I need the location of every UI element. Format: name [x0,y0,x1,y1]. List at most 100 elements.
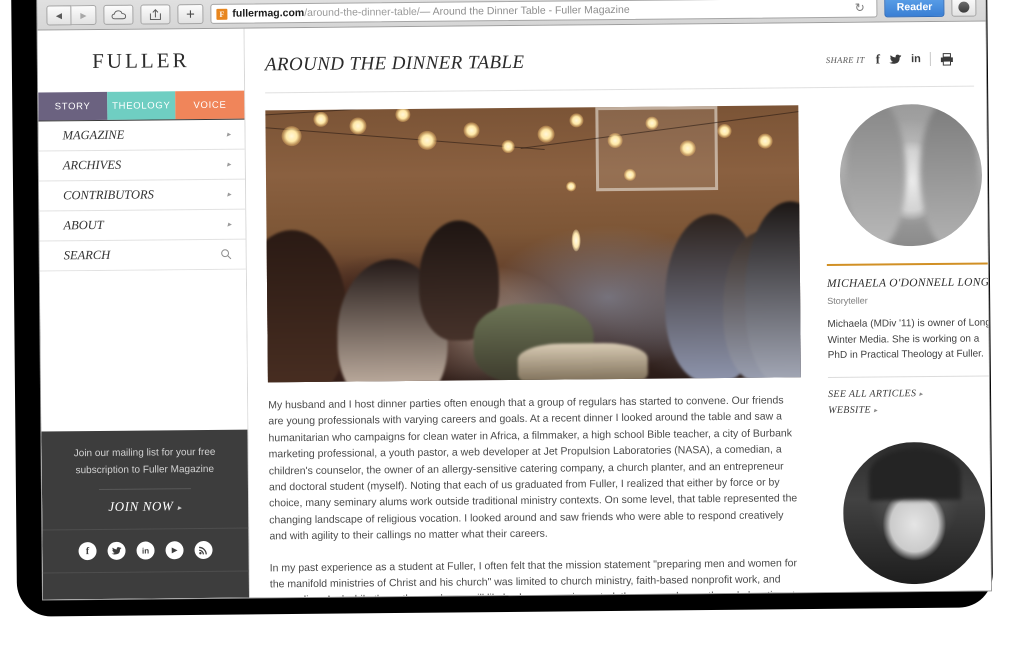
section-tab-voice[interactable]: VOICE [175,90,245,120]
share-button[interactable] [140,4,171,25]
facebook-share-icon[interactable]: f [876,51,880,67]
sidebar: FULLER STORY THEOLOGY VOICE MAGAZINE ▸ A… [37,28,251,600]
string-light [313,111,329,127]
string-light [566,181,577,192]
join-now-button[interactable]: JOIN NOW ▸ [42,498,248,530]
article-body: My husband and I host dinner parties oft… [265,105,803,598]
see-all-articles-link[interactable]: SEE ALL ARTICLES ▸ [828,385,991,403]
second-author-avatar[interactable] [842,440,986,585]
new-tab-button[interactable]: + [177,3,204,25]
cloud-icon [111,10,126,20]
facebook-share-glyph: f [875,51,881,67]
navigation-buttons: ◀ ▶ [46,4,97,26]
website-label: WEBSITE [828,404,871,416]
share-icon [149,9,161,20]
string-light [645,116,659,130]
linkedin-share-icon[interactable]: in [911,53,921,65]
website-link[interactable]: WEBSITE ▸ [828,401,991,419]
chevron-right-icon: ▸ [873,406,878,415]
diner-person [265,229,349,383]
second-author-block [829,440,991,585]
icloud-tabs-button[interactable] [103,4,134,25]
mailing-list-text: Join our mailing list for your free subs… [73,446,216,477]
sidebar-item-archives-label: ARCHIVES [62,157,122,173]
author-role: Storyteller [827,295,868,306]
twitter-bird-glyph [111,546,122,555]
string-light [349,117,367,135]
facebook-glyph: f [85,545,90,557]
linkedin-icon[interactable]: in [136,541,155,560]
article-header: AROUND THE DINNER TABLE SHARE IT f in [264,21,975,94]
string-light [281,126,302,147]
string-light [717,123,732,139]
youtube-glyph: ▶ [171,546,178,555]
sidebar-item-contributors-label: CONTRIBUTORS [63,187,154,203]
join-now-label: JOIN NOW [108,498,174,514]
twitter-icon[interactable] [107,541,126,560]
section-tab-story[interactable]: STORY [38,91,108,121]
sidebar-item-about[interactable]: ABOUT ▸ [39,209,246,242]
rss-icon[interactable] [194,540,213,560]
section-tabs: STORY THEOLOGY VOICE [38,90,245,121]
chevron-right-icon: ▸ [177,503,182,513]
twitter-share-glyph [889,54,902,64]
twitter-share-icon[interactable] [889,54,902,65]
back-button[interactable]: ◀ [46,5,72,26]
downloads-button[interactable] [951,0,977,17]
linkedin-share-glyph: in [911,53,921,66]
url-page-title: — Around the Dinner Table - Fuller Magaz… [419,3,630,18]
forward-arrow-icon: ▶ [80,10,87,20]
sidebar-spacer [39,269,248,432]
url-path: /around-the-dinner-table/ [304,5,420,20]
page-title: AROUND THE DINNER TABLE [264,51,525,76]
author-bio: Michaela (MDiv '11) is owner of Long Win… [827,317,991,361]
author-name: MICHAELA O'DONNELL LONG [826,276,990,290]
section-tab-theology-label: THEOLOGY [112,99,171,112]
portrait-hair [868,447,962,501]
chevron-right-icon: ▸ [226,159,231,169]
back-arrow-icon: ◀ [55,10,63,20]
author-accent-divider [826,262,991,266]
author-avatar[interactable] [839,103,983,247]
sidebar-item-archives[interactable]: ARCHIVES ▸ [38,149,245,182]
rss-glyph [199,546,207,555]
join-divider [98,488,191,490]
chevron-right-icon: ▸ [227,219,232,229]
site-logo[interactable]: FULLER [38,29,245,93]
section-tab-story-label: STORY [54,100,91,112]
printer-glyph [940,52,953,66]
url-bar[interactable]: F fullermag.com /around-the-dinner-table… [210,0,878,24]
print-icon[interactable] [940,52,954,66]
string-light [607,132,623,149]
string-light [569,113,584,128]
author-links-divider [827,374,991,378]
candle-flame [571,229,581,252]
browser-window: ◀ ▶ + F fullermag.com /around-the-dinner… [37,0,991,600]
portrait-hair [845,103,907,247]
linkedin-glyph: in [141,546,150,556]
share-group: SHARE IT f in [826,51,954,68]
main-content: AROUND THE DINNER TABLE SHARE IT f in My… [244,21,991,598]
sidebar-item-contributors[interactable]: CONTRIBUTORS ▸ [39,179,246,212]
youtube-icon[interactable]: ▶ [165,541,184,560]
see-all-articles-label: SEE ALL ARTICLES [828,387,917,400]
sidebar-item-magazine[interactable]: MAGAZINE ▸ [38,119,245,152]
social-links-row: f in ▶ [42,527,249,574]
reader-label: Reader [896,0,933,14]
section-tab-theology[interactable]: THEOLOGY [106,91,176,120]
portrait-hair [919,103,979,247]
forward-button[interactable]: ▶ [71,4,97,26]
string-light [501,139,515,154]
facebook-icon[interactable]: f [78,542,97,561]
article-paragraph: In my past experience as a student at Fu… [269,556,802,598]
sidebar-footer: Join our mailing list for your free subs… [41,429,250,600]
string-light [537,125,555,143]
reload-button[interactable]: ↻ [855,1,865,15]
chevron-right-icon: ▸ [919,389,923,398]
sidebar-item-magazine-label: MAGAZINE [62,127,125,143]
plus-icon: + [185,5,195,23]
sidebar-item-search-label: SEARCH [63,247,111,263]
reader-button[interactable]: Reader [884,0,945,18]
sidebar-item-search[interactable]: SEARCH [39,239,246,272]
content-row: My husband and I host dinner parties oft… [265,86,991,598]
